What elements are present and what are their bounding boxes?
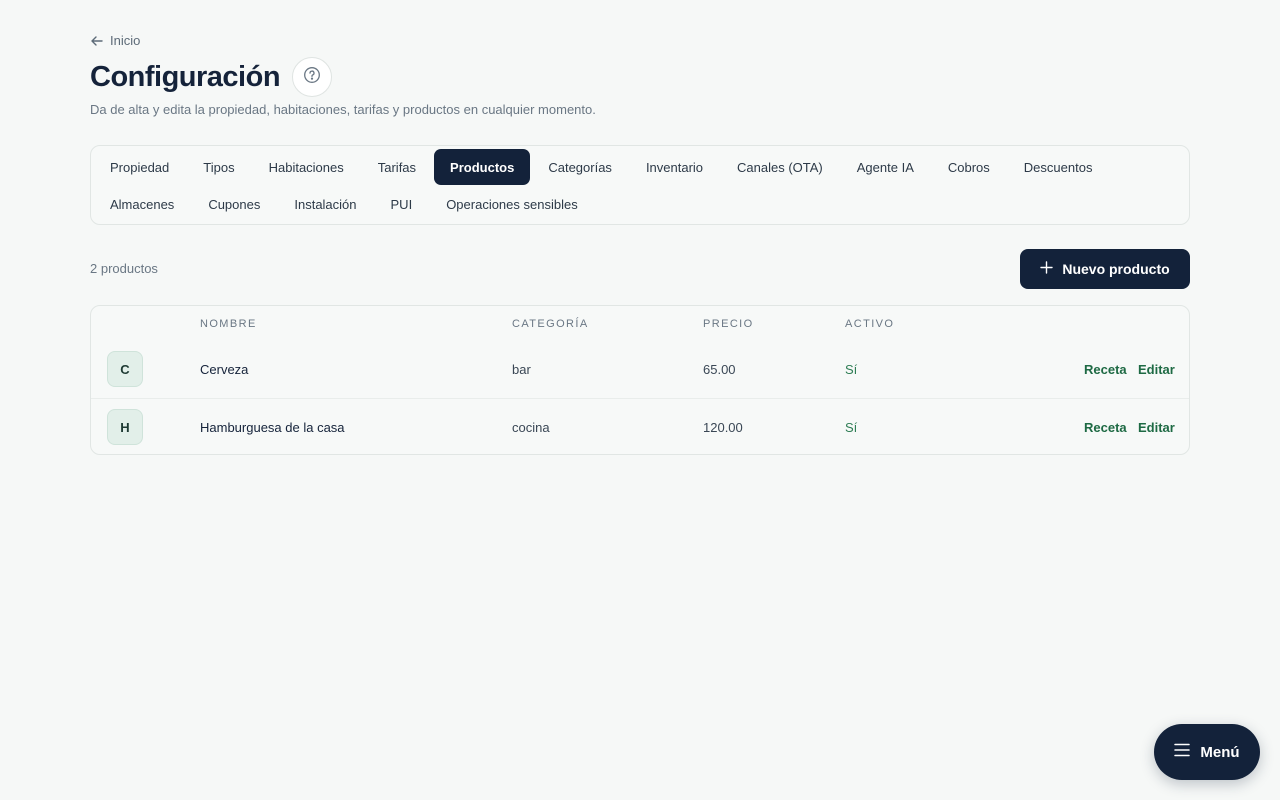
product-avatar: C xyxy=(107,351,143,387)
product-category: cocina xyxy=(512,420,550,435)
breadcrumb-label: Inicio xyxy=(110,33,141,48)
tab-propiedad[interactable]: Propiedad xyxy=(94,149,185,185)
tab-inventario[interactable]: Inventario xyxy=(630,149,719,185)
product-name: Cerveza xyxy=(200,362,249,377)
recipe-link[interactable]: Receta xyxy=(1084,341,1127,398)
tab-agente-ia[interactable]: Agente IA xyxy=(841,149,930,185)
edit-link[interactable]: Editar xyxy=(1138,341,1175,398)
new-product-button[interactable]: Nuevo producto xyxy=(1020,249,1190,289)
product-active: Sí xyxy=(845,420,858,435)
edit-link[interactable]: Editar xyxy=(1138,399,1175,454)
hamburger-menu-icon xyxy=(1174,743,1191,761)
question-circle-icon xyxy=(303,66,321,89)
product-active: Sí xyxy=(845,362,858,377)
arrow-left-icon xyxy=(90,34,104,48)
page-subtitle: Da de alta y edita la propiedad, habitac… xyxy=(90,102,596,117)
help-button[interactable] xyxy=(292,57,333,97)
tab-almacenes[interactable]: Almacenes xyxy=(94,186,190,222)
menu-button[interactable]: Menú xyxy=(1154,724,1260,780)
tab-operaciones-sensibles[interactable]: Operaciones sensibles xyxy=(430,186,594,222)
tab-cupones[interactable]: Cupones xyxy=(192,186,276,222)
tab-productos[interactable]: Productos xyxy=(434,149,531,185)
menu-label: Menú xyxy=(1200,743,1240,761)
recipe-link[interactable]: Receta xyxy=(1084,399,1127,454)
page: Inicio Configuración Da de alta y edita … xyxy=(0,0,1280,800)
new-product-label: Nuevo producto xyxy=(1062,261,1170,277)
tab-canales-ota[interactable]: Canales (OTA) xyxy=(721,149,839,185)
column-header-active: ACTIVO xyxy=(845,318,895,330)
column-header-price: PRECIO xyxy=(703,318,754,330)
tab-tarifas[interactable]: Tarifas xyxy=(362,149,432,185)
tab-instalacion[interactable]: Instalación xyxy=(278,186,372,222)
tab-row-2: Almacenes Cupones Instalación PUI Operacione… xyxy=(94,186,1189,222)
product-category: bar xyxy=(512,362,531,377)
column-header-name: NOMBRE xyxy=(200,318,257,330)
settings-tabs: Propiedad Tipos Habitaciones Tarifas Product… xyxy=(90,145,1190,225)
title-row: Configuración xyxy=(90,57,333,97)
product-avatar: H xyxy=(107,409,143,445)
tab-row-1: Propiedad Tipos Habitaciones Tarifas Product… xyxy=(94,149,1189,185)
page-title: Configuración xyxy=(90,61,281,93)
tab-descuentos[interactable]: Descuentos xyxy=(1008,149,1109,185)
product-price: 65.00 xyxy=(703,362,736,377)
tab-pui[interactable]: PUI xyxy=(375,186,429,222)
table-row: C Cerveza bar 65.00 Sí Receta Editar xyxy=(91,341,1189,398)
product-price: 120.00 xyxy=(703,420,743,435)
table-row: H Hamburguesa de la casa cocina 120.00 S… xyxy=(91,398,1189,454)
tab-cobros[interactable]: Cobros xyxy=(932,149,1006,185)
product-count: 2 productos xyxy=(90,261,158,276)
breadcrumb-back-link[interactable]: Inicio xyxy=(90,33,140,48)
tab-habitaciones[interactable]: Habitaciones xyxy=(253,149,360,185)
products-table: NOMBRE CATEGORÍA PRECIO ACTIVO C Cerveza… xyxy=(90,305,1190,455)
product-name: Hamburguesa de la casa xyxy=(200,420,345,435)
tab-categorias[interactable]: Categorías xyxy=(532,149,628,185)
column-header-category: CATEGORÍA xyxy=(512,318,589,330)
plus-icon xyxy=(1040,261,1054,277)
tab-tipos[interactable]: Tipos xyxy=(187,149,250,185)
